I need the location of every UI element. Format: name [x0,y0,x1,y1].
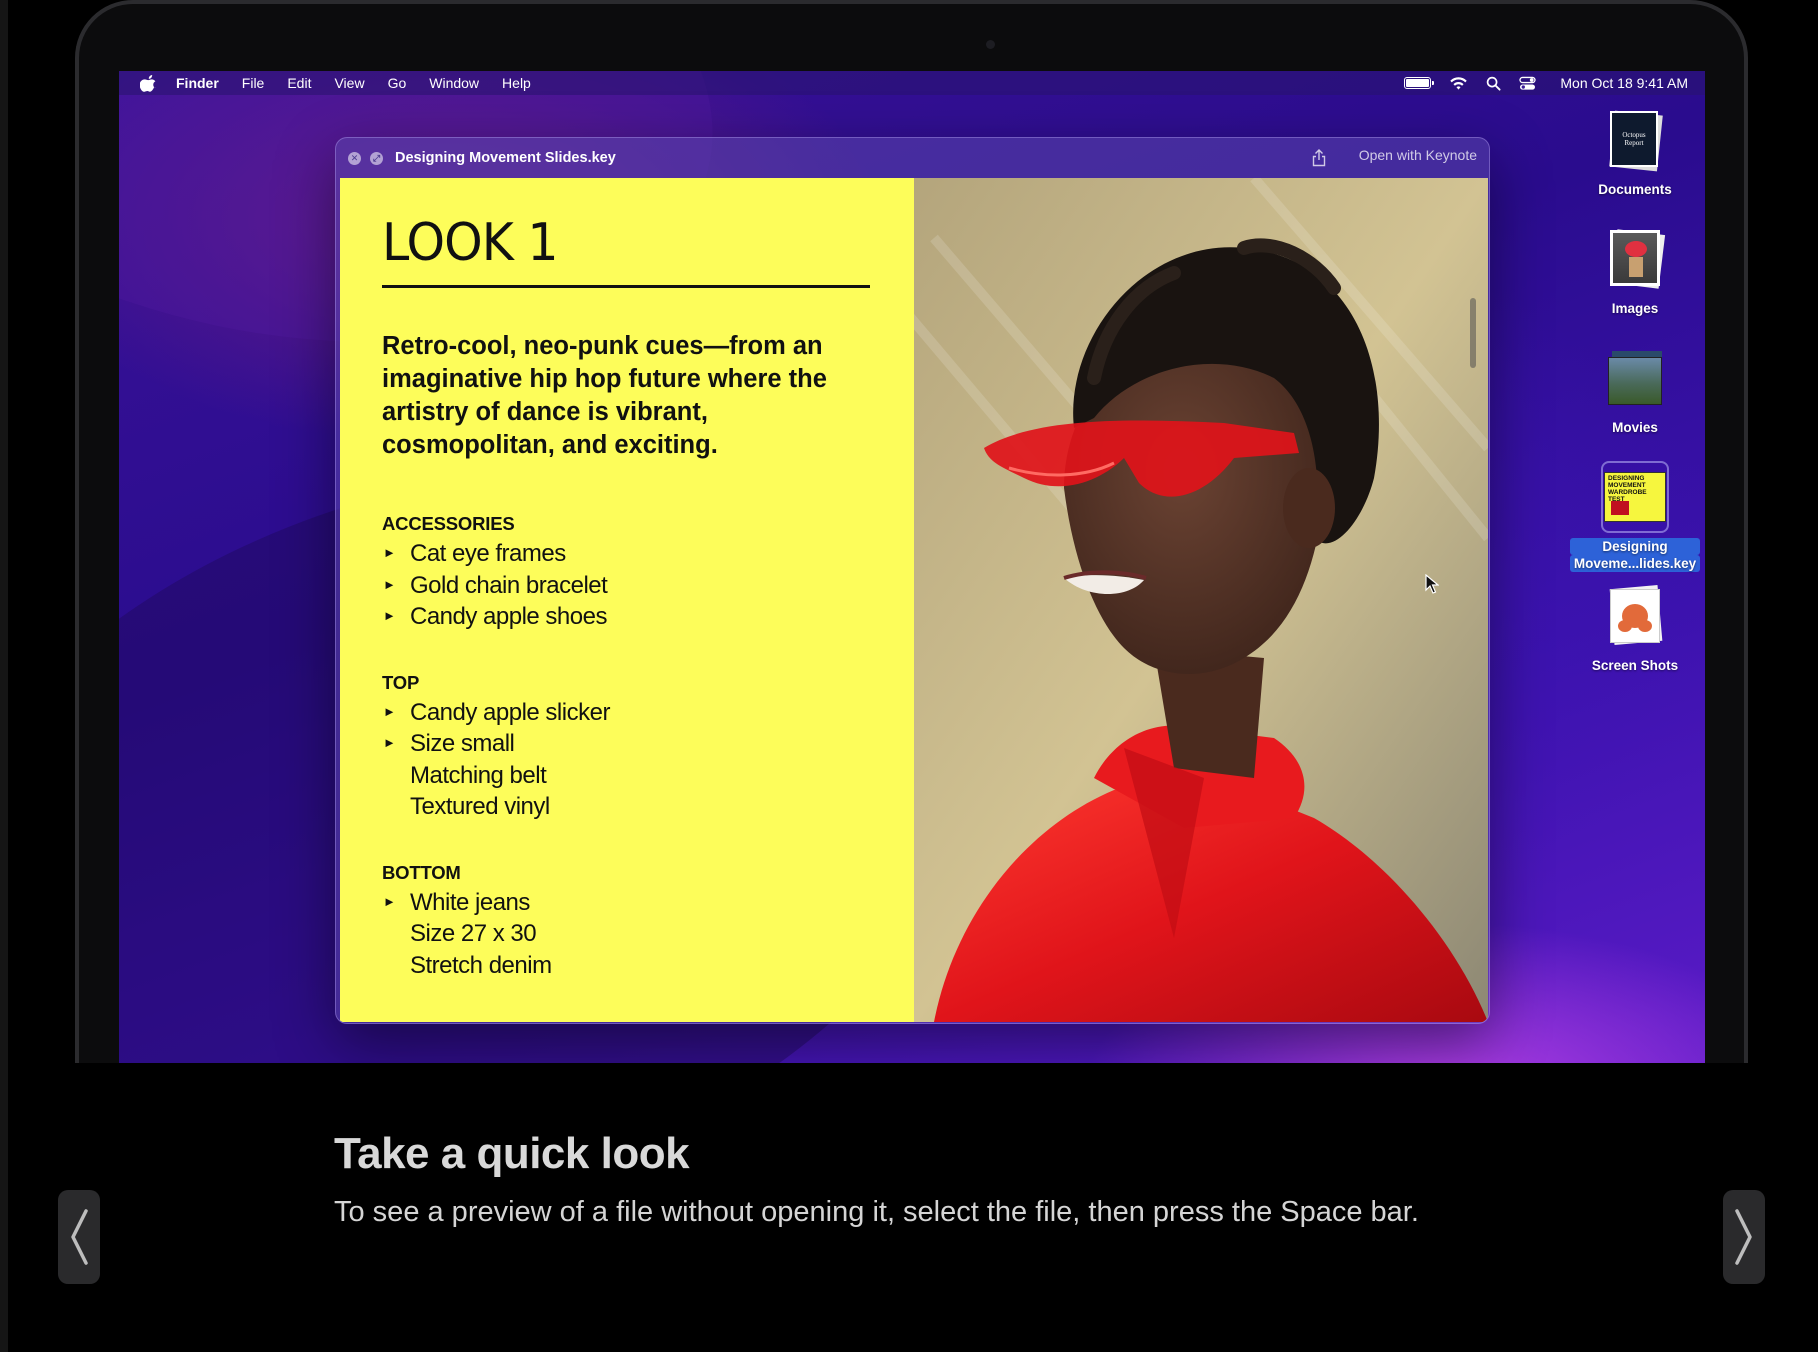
list-item: Textured vinyl [410,793,550,820]
list-item: White jeans [410,889,530,916]
heading-rule [382,285,870,288]
apple-icon[interactable] [140,73,160,93]
share-icon[interactable] [1311,149,1327,167]
document-thumbnail: Octopus Report [1610,111,1658,167]
tutorial-stage: Finder File Edit View Go Window Help Mon… [0,0,1818,1352]
bullet-icon: ► [383,545,396,560]
window-edge [0,0,8,1352]
keynote-thumb-text: DESIGNING MOVEMENT WARDROBE TEST [1608,475,1647,503]
list-item: Gold chain bracelet [410,572,608,599]
caption-text: To see a preview of a file without openi… [334,1196,1419,1228]
menu-help[interactable]: Help [502,75,531,91]
desktop-icon-label-line: Moveme...lides.key [1569,555,1701,572]
open-with-keynote-button[interactable]: Open with Keynote [1359,147,1477,163]
list-item: Candy apple shoes [410,603,607,630]
bullet-icon: ► [383,608,396,623]
mac-screen: Finder File Edit View Go Window Help Mon… [119,71,1705,1063]
quick-look-title: Designing Movement Slides.key [395,150,616,166]
menu-edit[interactable]: Edit [287,75,311,91]
camera-icon [986,40,995,49]
slide-text-panel: LOOK 1 Retro-cool, neo-punk cues—from an… [340,178,914,1022]
desktop-icon-label: Designing Moveme...lides.key [1569,538,1701,572]
list-item: Candy apple slicker [410,699,610,726]
slide-photo [914,178,1488,1022]
menu-file[interactable]: File [242,75,265,91]
wifi-icon[interactable] [1449,76,1468,91]
quick-look-titlebar[interactable]: ✕ ⤢ Designing Movement Slides.key Open w… [336,138,1489,178]
search-icon[interactable] [1486,76,1501,91]
folder-stack-icon: Octopus Report [1606,109,1664,172]
desktop-icon-designing-movement-key[interactable]: DESIGNING MOVEMENT WARDROBE TEST Designi… [1569,461,1701,572]
desktop-icon-label-line: Designing [1569,538,1701,555]
menu-view[interactable]: View [334,75,364,91]
list-item: Size 27 x 30 [410,920,537,947]
mouse-pointer-icon [1425,574,1439,594]
desktop-icon-label: Images [1611,301,1659,316]
battery-icon[interactable] [1404,77,1435,89]
bullet-icon: ► [383,894,396,909]
desktop-icon-screen-shots[interactable]: Screen Shots [1570,585,1700,674]
control-center-icon[interactable] [1519,76,1537,91]
section-top: TOP [382,672,420,693]
fullscreen-icon[interactable]: ⤢ [370,151,383,165]
desktop-icon-documents[interactable]: Octopus Report Documents [1570,109,1700,198]
slide-lede: Retro-cool, neo-punk cues—from an imagin… [382,332,827,459]
quick-look-window[interactable]: ✕ ⤢ Designing Movement Slides.key Open w… [335,137,1490,1024]
menu-go[interactable]: Go [388,75,407,91]
previous-button[interactable] [58,1190,100,1284]
menu-finder[interactable]: Finder [176,75,219,91]
desktop-icon-label: Documents [1598,182,1672,197]
screenshot-stack-icon [1606,585,1664,647]
slide-heading: LOOK 1 [382,212,559,273]
bullet-icon: ► [383,704,396,719]
bullet-icon: ► [383,577,396,592]
bullet-icon: ► [383,735,396,750]
status-area: Mon Oct 18 9:41 AM [1404,71,1688,95]
list-item: Cat eye frames [410,540,566,567]
desktop-icon-images[interactable]: Images [1570,228,1700,317]
list-item: Matching belt [410,762,547,789]
caption-title: Take a quick look [334,1129,690,1178]
keynote-file-icon: DESIGNING MOVEMENT WARDROBE TEST [1601,461,1669,533]
desktop-icon-label: Movies [1612,420,1658,435]
chevron-right-icon [1735,1209,1752,1265]
movie-stack-icon [1606,347,1664,409]
section-bottom: BOTTOM [382,862,461,883]
list-item: Stretch denim [410,952,552,979]
image-stack-icon [1606,228,1666,290]
menu-clock[interactable]: Mon Oct 18 9:41 AM [1560,75,1688,91]
slide-preview: LOOK 1 Retro-cool, neo-punk cues—from an… [340,178,1488,1022]
scrollbar-thumb[interactable] [1470,298,1476,368]
menu-window[interactable]: Window [429,75,479,91]
section-accessories: ACCESSORIES [382,513,515,534]
menu-bar: Finder File Edit View Go Window Help Mon… [119,71,1705,95]
list-item: Size small [410,730,515,757]
next-button[interactable] [1723,1190,1765,1284]
model-portrait [914,178,1488,1022]
desktop-icon-movies[interactable]: Movies [1570,347,1700,436]
chevron-left-icon [71,1209,88,1265]
desktop-icon-label: Screen Shots [1591,658,1679,673]
close-icon[interactable]: ✕ [348,151,361,165]
